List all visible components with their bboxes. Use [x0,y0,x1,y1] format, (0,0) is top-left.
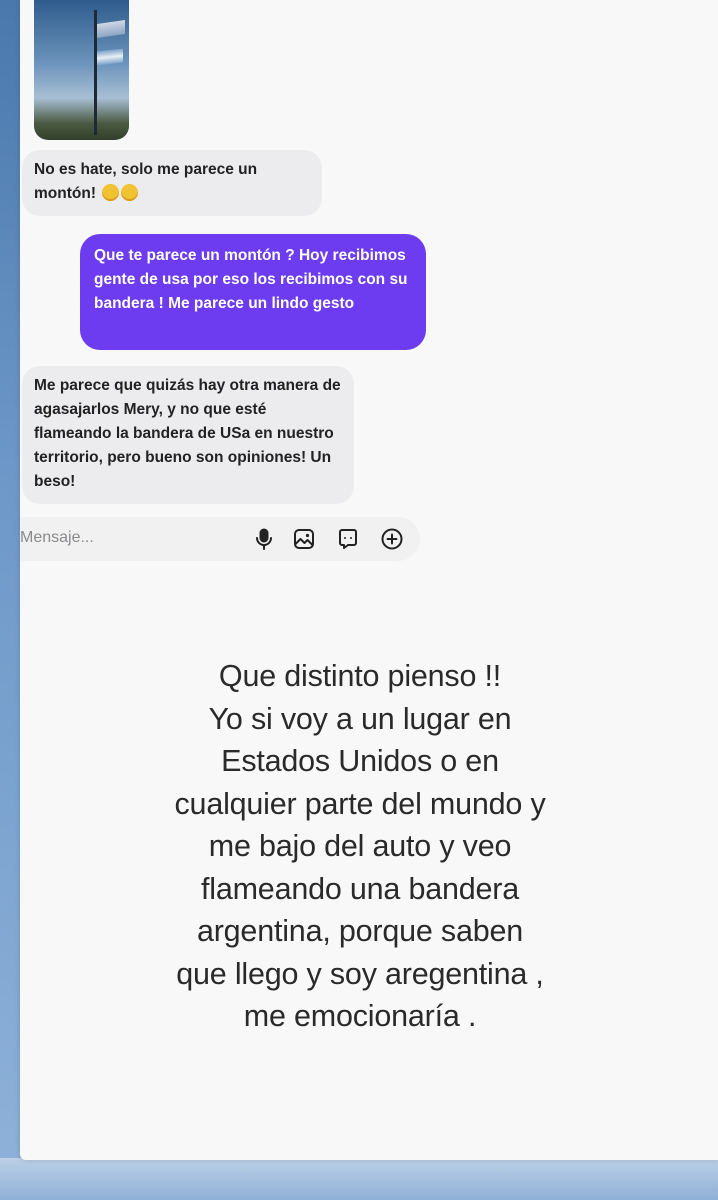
argentina-flag-shape [97,48,123,66]
sky-background-edge [0,0,22,1200]
message-text: No es hate, solo me parece un montón! [34,161,258,202]
relieved-face-emoji-icon [121,184,139,201]
caption-line: Que distinto pienso !! [218,659,502,693]
usa-flag-shape [97,20,125,38]
message-input-placeholder[interactable]: Mensaje... [20,529,94,547]
caption-line: cualquier parte del mundo y [174,786,546,821]
image-icon[interactable] [292,527,316,551]
outgoing-message-bubble[interactable]: Que te parece un montón ? Hoy recibimos … [80,234,426,350]
caption-line: Yo si voy a un lugar en [208,701,512,736]
caption-line: flameando una bandera [200,871,519,906]
caption-line: Estados Unidos o en [221,744,499,778]
microphone-icon[interactable] [252,527,276,551]
message-text: Que te parece un montón ? Hoy recibimos … [94,247,408,312]
sticker-icon[interactable] [336,527,360,551]
sky-background-bottom [0,1158,718,1200]
caption-line: que llego y soy aregentina , [176,956,544,991]
caption-line: me emocionaría . [243,999,477,1033]
incoming-message-bubble[interactable]: Me parece que quizás hay otra manera de … [22,366,354,504]
story-caption: Que distinto pienso !! Yo si voy a un lu… [120,655,600,1038]
message-text: Me parece que quizás hay otra manera de … [34,377,341,490]
shared-photo-flags[interactable] [34,0,129,140]
caption-line: argentina, porque saben [196,914,524,948]
caption-line: me bajo del auto y veo [208,829,512,863]
grinning-sweat-emoji-icon [102,184,120,201]
message-composer[interactable]: Mensaje... [20,517,420,561]
add-icon[interactable] [380,527,404,551]
incoming-message-bubble[interactable]: No es hate, solo me parece un montón! [22,150,322,216]
